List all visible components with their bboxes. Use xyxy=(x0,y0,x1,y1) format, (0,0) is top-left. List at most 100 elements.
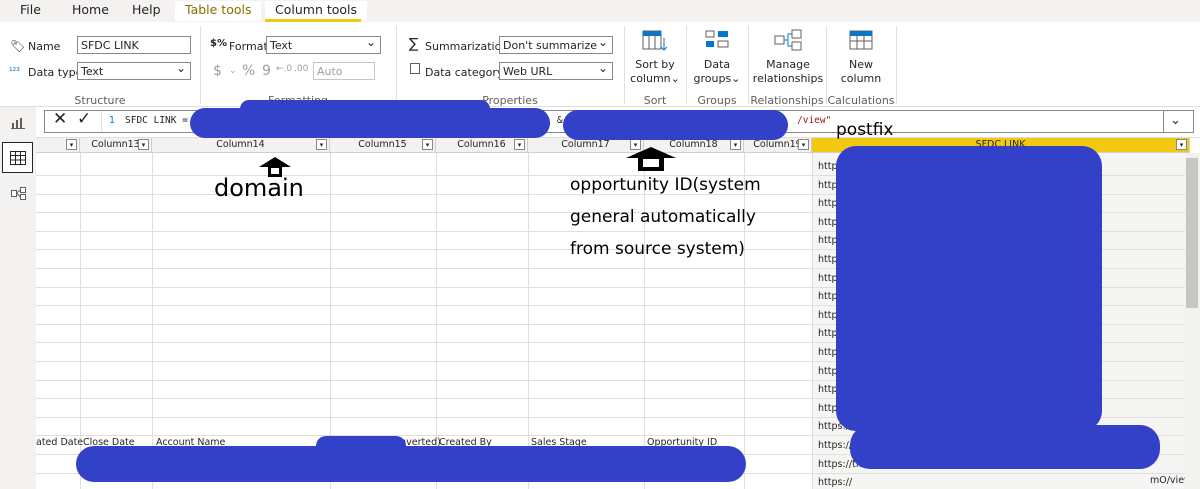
filter-dropdown-icon[interactable]: ▾ xyxy=(514,139,525,150)
view-rail xyxy=(0,107,37,489)
menu-column-tools[interactable]: Column tools xyxy=(265,1,368,21)
column-header[interactable]: Column13 ▾ xyxy=(80,138,152,153)
sort-button-line1: Sort by xyxy=(635,58,675,71)
column-header[interactable]: Column16 ▾ xyxy=(436,138,528,153)
sfdc-link-cell[interactable]: http xyxy=(818,180,838,191)
formula-ampersand: & xyxy=(557,115,563,126)
ribbon-separator xyxy=(748,26,749,104)
percent-button[interactable]: % xyxy=(242,63,255,79)
ribbon-separator xyxy=(896,26,897,104)
grid-line xyxy=(744,153,745,489)
redaction-scribble xyxy=(563,110,788,140)
relationships-icon xyxy=(774,29,802,51)
groups-group-label: Groups xyxy=(697,94,737,107)
filter-dropdown-icon[interactable]: ▾ xyxy=(422,139,433,150)
name-field[interactable]: SFDC LINK xyxy=(77,36,191,54)
ribbon-separator xyxy=(396,26,397,104)
menu-file[interactable]: File xyxy=(20,1,41,21)
format-dropdown[interactable]: Text xyxy=(266,33,381,54)
datatype-value: Text xyxy=(81,65,104,78)
category-label: Data category xyxy=(425,66,504,79)
ribbon-separator xyxy=(624,26,625,104)
name-label: Name xyxy=(28,40,61,53)
formula-expand-divider xyxy=(1163,111,1164,132)
report-view-icon[interactable] xyxy=(11,117,25,132)
format-icon: $% xyxy=(210,38,227,49)
filter-dropdown-icon[interactable]: ▾ xyxy=(66,139,77,150)
redaction-scribble xyxy=(850,425,1160,469)
cancel-icon[interactable]: ✕ xyxy=(53,109,67,129)
relationships-group-label: Relationships xyxy=(750,94,824,107)
summation-icon: ∑ xyxy=(409,36,419,52)
column-header[interactable]: Column14 ▾ xyxy=(152,138,330,153)
relationships-button-line2: relationships xyxy=(752,72,824,85)
scrollbar-thumb[interactable] xyxy=(1186,158,1198,308)
chevron-down-icon: ⌄ xyxy=(731,72,741,85)
datatype-label: Data type xyxy=(28,66,83,79)
annotation-domain: domain xyxy=(214,174,304,202)
ribbon-separator xyxy=(686,26,687,104)
column-header[interactable]: Column19 ▾ xyxy=(744,138,812,153)
new-column-button[interactable]: New column xyxy=(832,28,890,86)
table-cell[interactable]: ated Date xyxy=(36,437,83,448)
grid-line xyxy=(152,153,153,489)
sort-by-column-icon xyxy=(642,30,668,51)
annotation-opportunity-line3: from source system) xyxy=(570,239,745,259)
calc-button-line1: New xyxy=(849,58,873,71)
manage-relationships-button[interactable]: Manage relationships xyxy=(752,28,824,86)
currency-button[interactable]: $ xyxy=(213,63,222,79)
summarization-dropdown[interactable]: Don't summarize xyxy=(499,33,613,54)
up-arrow-icon xyxy=(625,146,677,175)
sort-group-label: Sort xyxy=(643,94,667,107)
relationships-button-line1: Manage xyxy=(766,58,810,71)
menu-bar: File Home Help Table tools Column tools xyxy=(0,0,1200,22)
menu-table-tools[interactable]: Table tools xyxy=(175,1,262,21)
data-category-icon xyxy=(410,63,420,74)
ribbon-separator xyxy=(200,26,201,104)
formula-divider xyxy=(101,111,102,132)
calc-button-line2: column xyxy=(840,72,882,85)
grid-line xyxy=(528,153,529,489)
data-groups-button[interactable]: Data groups⌄ xyxy=(690,28,744,86)
model-view-icon[interactable] xyxy=(11,187,26,203)
formula-text-end: /view" xyxy=(797,115,832,126)
grid-line xyxy=(644,153,645,489)
decimal-places-field[interactable]: Auto xyxy=(313,62,375,80)
column-header-blank[interactable]: ▾ xyxy=(36,138,80,153)
ribbon-separator xyxy=(826,26,827,104)
chevron-down-icon: ⌄ xyxy=(229,66,237,76)
column-header[interactable]: Column15 ▾ xyxy=(330,138,436,153)
filter-dropdown-icon[interactable]: ▾ xyxy=(730,139,741,150)
menu-help[interactable]: Help xyxy=(132,1,161,21)
redaction-scribble xyxy=(836,146,1102,431)
data-groups-icon xyxy=(705,30,729,48)
filter-dropdown-icon[interactable]: ▾ xyxy=(798,139,809,150)
category-dropdown[interactable]: Web URL xyxy=(499,59,613,80)
decrease-decimal-icon[interactable]: ←.0 xyxy=(276,64,292,74)
filter-dropdown-icon[interactable]: ▾ xyxy=(138,139,149,150)
summarization-value: Don't summarize xyxy=(503,39,597,52)
groups-button-line1: Data xyxy=(703,58,731,71)
formula-line-number: 1 xyxy=(109,115,115,126)
sfdc-link-cell[interactable]: http xyxy=(818,161,838,172)
filter-dropdown-icon[interactable]: ▾ xyxy=(1176,139,1187,150)
summarization-label: Summarization xyxy=(425,40,509,53)
comma-button[interactable]: 9 xyxy=(262,63,271,79)
groups-button-line2: groups xyxy=(693,72,732,85)
menu-home[interactable]: Home xyxy=(72,1,109,21)
redaction-scribble xyxy=(240,100,490,118)
sort-by-column-button[interactable]: Sort by column⌄ xyxy=(628,28,682,86)
increase-decimal-icon[interactable]: .00 xyxy=(294,64,308,74)
sfdc-link-cell[interactable]: https:// xyxy=(818,477,852,488)
format-label: Format xyxy=(229,40,268,53)
annotation-opportunity-line2: general automatically xyxy=(570,207,756,227)
data-view-icon[interactable] xyxy=(2,142,33,173)
chevron-down-icon[interactable]: ⌄ xyxy=(1170,113,1181,128)
ribbon: 🏷 Name SFDC LINK ₁₂₃ Data type Text Stru… xyxy=(0,22,1200,107)
datatype-dropdown[interactable]: Text xyxy=(77,59,191,80)
new-column-icon xyxy=(849,30,873,50)
sort-button-line2: column xyxy=(630,72,671,85)
filter-dropdown-icon[interactable]: ▾ xyxy=(316,139,327,150)
calculations-group-label: Calculations xyxy=(827,94,895,107)
confirm-icon[interactable]: ✓ xyxy=(77,109,91,129)
